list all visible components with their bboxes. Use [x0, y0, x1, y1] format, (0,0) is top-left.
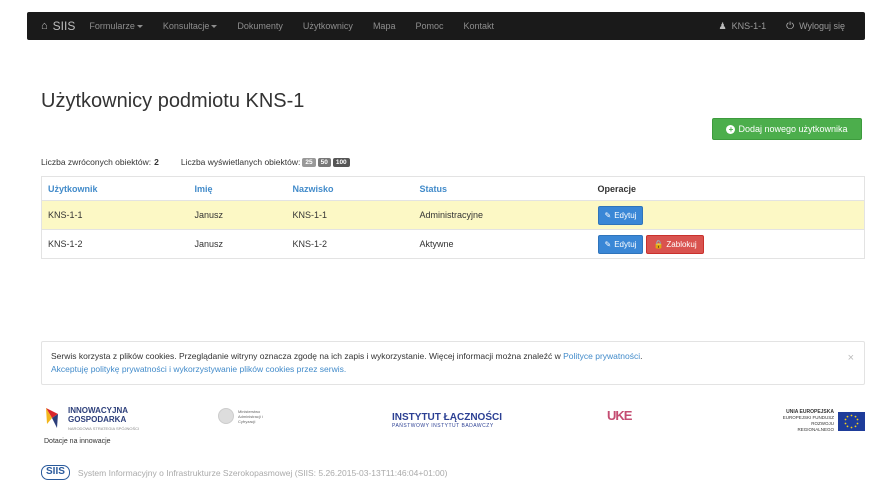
- brand-label: SIIS: [52, 19, 76, 33]
- returned-count-value: 2: [154, 157, 159, 167]
- nav-kontakt[interactable]: Kontakt: [463, 21, 494, 31]
- nav-mapa[interactable]: Mapa: [373, 21, 396, 31]
- edit-button[interactable]: ✎ Edytuj: [597, 205, 644, 225]
- footer-text: System Informacyjny o Infrastrukturze Sz…: [77, 467, 448, 478]
- cell-first-name: Janusz: [188, 200, 287, 230]
- footer: SIIS System Informacyjny o Infrastruktur…: [41, 465, 447, 480]
- column-header-user[interactable]: Użytkownik: [41, 176, 189, 201]
- footer-logos: INNOWACYJNA GOSPODARKA NARODOWA STRATEGI…: [41, 406, 865, 446]
- nav-dokumenty[interactable]: Dokumenty: [237, 21, 283, 31]
- nav-konsultacje[interactable]: Konsultacje: [163, 21, 218, 31]
- ig-mark-icon: [44, 406, 60, 430]
- column-header-operations: Operacje: [591, 176, 865, 201]
- ministry-logo: Ministerstwo Administracji i Cyfryzacji: [218, 408, 272, 424]
- top-navbar: ⌂ SIIS Formularze Konsultacje Dokumenty …: [27, 12, 865, 40]
- innowacyjna-gospodarka-logo: INNOWACYJNA GOSPODARKA NARODOWA STRATEGI…: [44, 406, 139, 433]
- eu-flag-icon: [838, 411, 865, 431]
- cell-status: Aktywne: [413, 229, 592, 259]
- users-table: Użytkownik Imię Nazwisko Status Operacje…: [41, 176, 865, 259]
- returned-count-label: Liczba zwróconych obiektów:: [41, 157, 152, 167]
- pencil-icon: ✎: [604, 239, 612, 249]
- brand-link[interactable]: ⌂ SIIS: [41, 19, 75, 33]
- instytut-lacznosci-logo: INSTYTUT ŁĄCZNOŚCI PAŃSTWOWY INSTYTUT BA…: [392, 412, 502, 429]
- cookie-notice: Serwis korzysta z plików cookies. Przegl…: [41, 341, 865, 385]
- siis-logo: SIIS: [41, 465, 70, 480]
- pencil-icon: ✎: [604, 210, 612, 220]
- cell-first-name: Janusz: [188, 229, 287, 259]
- chevron-down-icon: [136, 25, 143, 29]
- nav-uzytkownicy[interactable]: Użytkownicy: [303, 21, 353, 31]
- column-header-last-name[interactable]: Nazwisko: [286, 176, 414, 201]
- plus-circle-icon: +: [726, 124, 736, 134]
- page-size-100[interactable]: 100: [332, 157, 350, 167]
- add-user-button[interactable]: + Dodaj nowego użytkownika: [712, 118, 862, 140]
- privacy-policy-link[interactable]: Polityce prywatności: [563, 351, 640, 361]
- block-button[interactable]: 🔒 Zablokuj: [646, 234, 704, 254]
- uke-logo: UKE: [607, 408, 632, 423]
- table-row: KNS-1-2 Janusz KNS-1-2 Aktywne ✎ Edytuj 🔒 Z…: [41, 229, 865, 259]
- chevron-down-icon: [211, 25, 218, 29]
- edit-button[interactable]: ✎ Edytuj: [597, 234, 644, 254]
- cell-status: Administracyjne: [413, 200, 592, 230]
- result-counts: Liczba zwróconych obiektów: 2 Liczba wyś…: [41, 157, 350, 167]
- page-size-50[interactable]: 50: [317, 157, 331, 167]
- logout-link[interactable]: ⏻ Wyloguj się: [786, 21, 845, 32]
- cell-operations: ✎ Edytuj: [591, 200, 865, 230]
- home-icon: ⌂: [41, 20, 48, 32]
- ig-caption: Dotacje na innowacje: [44, 438, 111, 445]
- cell-user: KNS-1-1: [41, 200, 189, 230]
- column-header-first-name[interactable]: Imię: [188, 176, 287, 201]
- displayed-count-label: Liczba wyświetlanych obiektów:: [180, 157, 301, 167]
- eagle-icon: [218, 408, 234, 424]
- page-size-25[interactable]: 25: [302, 157, 316, 167]
- nav-formularze[interactable]: Formularze: [89, 21, 143, 31]
- cell-user: KNS-1-2: [41, 229, 189, 259]
- accept-cookies-link[interactable]: Akceptuję politykę prywatności i wykorzy…: [51, 363, 855, 376]
- cell-last-name: KNS-1-2: [286, 229, 414, 259]
- user-icon: ♟: [718, 20, 727, 31]
- nav-pomoc[interactable]: Pomoc: [415, 21, 443, 31]
- column-header-status[interactable]: Status: [413, 176, 592, 201]
- cell-operations: ✎ Edytuj 🔒 Zablokuj: [591, 229, 865, 259]
- table-row: KNS-1-1 Janusz KNS-1-1 Administracyjne ✎…: [41, 200, 865, 230]
- page-title: Użytkownicy podmiotu KNS-1: [41, 90, 305, 112]
- lock-icon: 🔒: [653, 239, 664, 249]
- eu-logo: UNIA EUROPEJSKA EUROPEJSKI FUNDUSZ ROZWO…: [774, 409, 865, 433]
- cell-last-name: KNS-1-1: [286, 200, 414, 230]
- close-icon[interactable]: ×: [848, 352, 854, 365]
- table-header-row: Użytkownik Imię Nazwisko Status Operacje: [41, 176, 865, 201]
- power-icon: ⏻: [786, 20, 795, 32]
- user-menu[interactable]: ♟ KNS-1-1: [719, 21, 767, 32]
- cookie-text: Serwis korzysta z plików cookies. Przegl…: [51, 351, 564, 361]
